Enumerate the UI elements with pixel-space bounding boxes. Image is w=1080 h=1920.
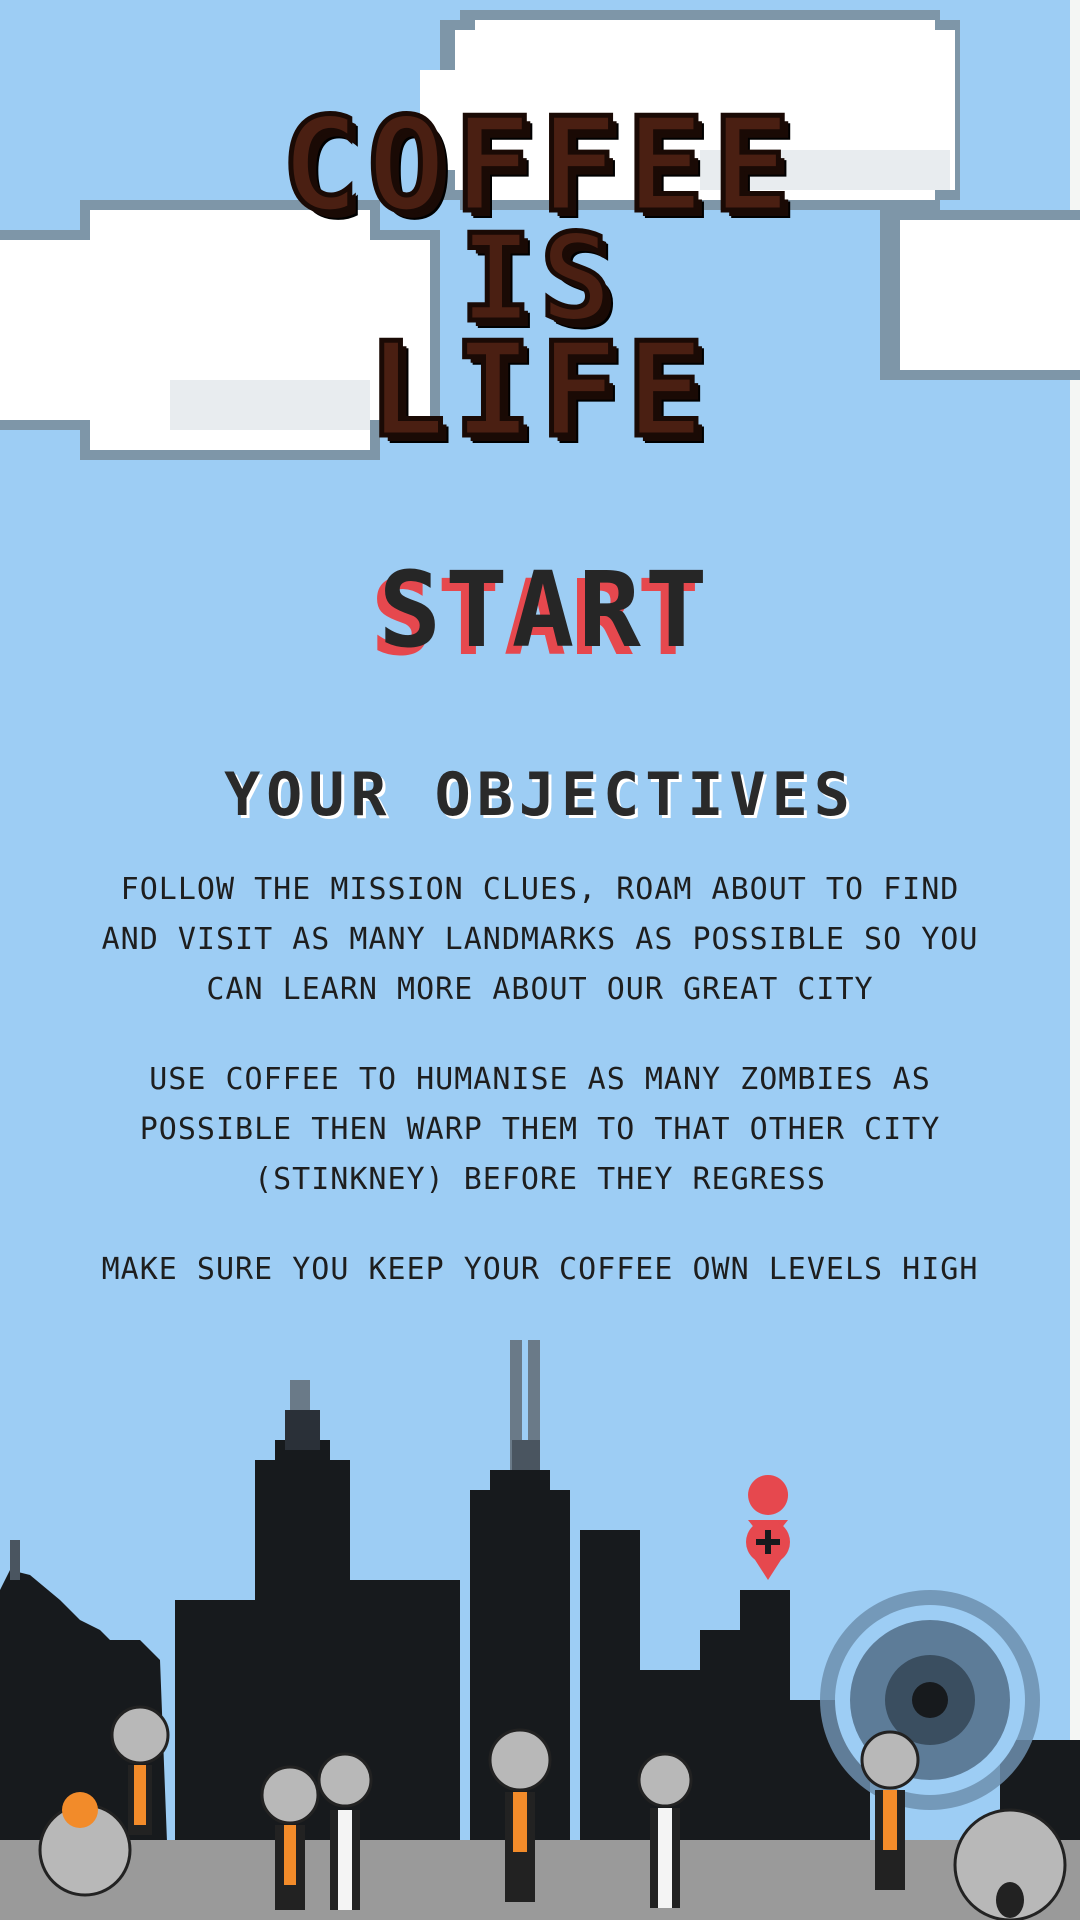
zombie-icon <box>953 1808 1067 1920</box>
objective-paragraph-2: USE COFFEE TO HUMANISE AS MANY ZOMBIES A… <box>139 1062 941 1197</box>
ferris-wheel-icon <box>820 1590 1040 1810</box>
title-life: LIFE <box>365 314 713 466</box>
objective-paragraph-3: MAKE SURE YOU KEEP YOUR COFFEE OWN LEVEL… <box>101 1252 979 1287</box>
objectives-heading: YOUR OBJECTIVES <box>224 760 856 830</box>
map-pin-icon[interactable] <box>746 1475 790 1580</box>
objective-paragraph-1: FOLLOW THE MISSION CLUES, ROAM ABOUT TO … <box>101 872 979 1007</box>
city-skyline <box>0 1340 1080 1920</box>
start-button[interactable]: START <box>330 555 760 665</box>
